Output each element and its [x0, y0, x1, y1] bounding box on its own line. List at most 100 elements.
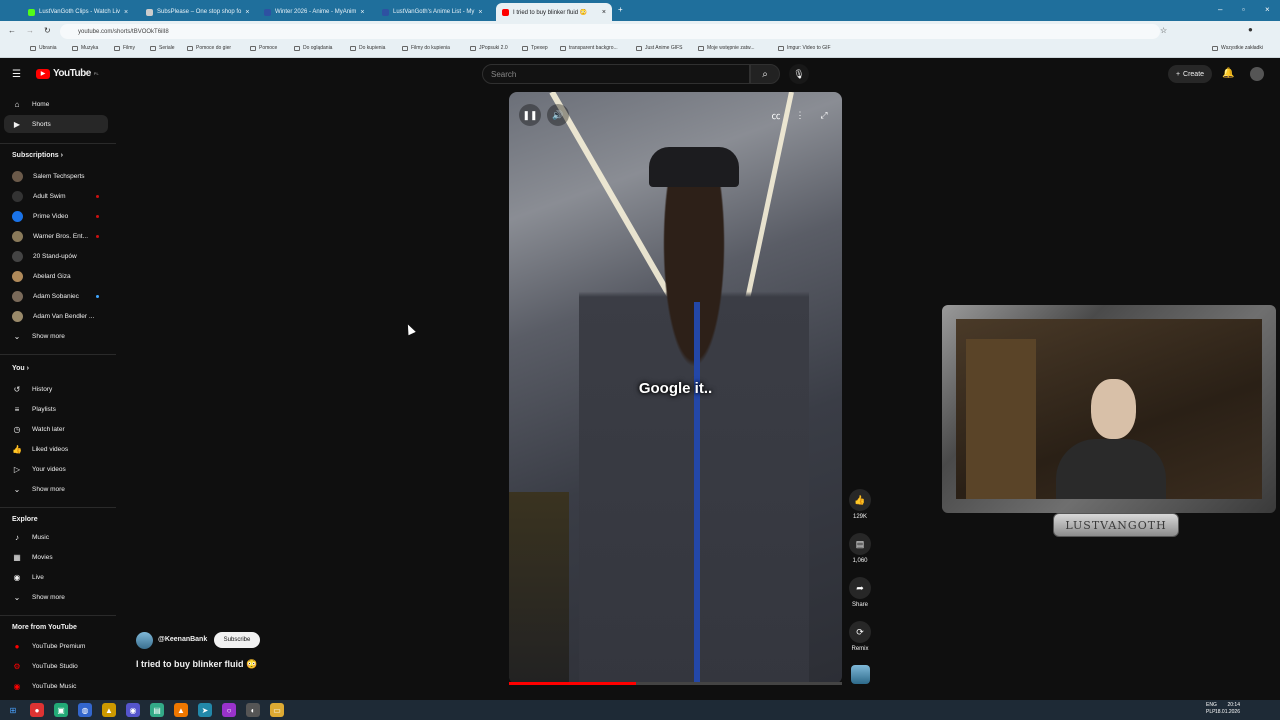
bookmark-link[interactable]: Moje wstępnie zatw...	[698, 45, 755, 51]
youtube-logo[interactable]: ▶ YouTube PL	[36, 68, 99, 79]
new-tab-icon[interactable]: +	[618, 5, 623, 14]
discord-taskbar-icon[interactable]: ◉	[126, 703, 140, 717]
sidebar-item-youtube-premium[interactable]: ● YouTube Premium	[4, 637, 108, 655]
notifications-bell-icon[interactable]: 🔔	[1222, 68, 1234, 79]
close-tab-icon[interactable]: ×	[245, 9, 249, 16]
file-explorer-icon[interactable]: ▭	[270, 703, 284, 717]
sidebar-item-your-videos[interactable]: ▷ Your videos	[4, 460, 108, 478]
app-taskbar-icon[interactable]: ▲	[102, 703, 116, 717]
create-button[interactable]: + Create	[1168, 65, 1212, 83]
vlc-taskbar-icon[interactable]: ▲	[174, 703, 188, 717]
browser-tab-active[interactable]: I tried to buy blinker fluid 😳 ×	[496, 3, 612, 21]
pause-icon[interactable]: ❚❚	[519, 104, 541, 126]
close-tab-icon[interactable]: ×	[360, 9, 364, 16]
sidebar-item-watch-later[interactable]: ◷ Watch later	[4, 420, 108, 438]
sidebar-item-subscription[interactable]: Salem Techsperts	[4, 167, 108, 185]
bookmark-link[interactable]: Just Anime GIFS	[636, 45, 683, 51]
browser-tab[interactable]: SubsPlease – One stop shop fo ×	[140, 3, 252, 21]
channel-name[interactable]: @KeenanBank	[158, 636, 207, 643]
taskbar-clock[interactable]: 20:14 18.01.2026	[1215, 702, 1240, 716]
you-header[interactable]: You ›	[12, 365, 29, 372]
bookmark-folder[interactable]: Do oglądania	[294, 45, 332, 51]
bookmark-folder[interactable]: Seriale	[150, 45, 175, 51]
search-button[interactable]: ⌕	[750, 64, 780, 84]
bookmark-folder[interactable]: Do kupienia	[350, 45, 385, 51]
app-taskbar-icon[interactable]: ○	[222, 703, 236, 717]
profile-icon[interactable]: ●	[1248, 25, 1253, 34]
account-avatar[interactable]	[1250, 67, 1264, 81]
bookmark-folder[interactable]: Ubrania	[30, 45, 57, 51]
bookmark-link[interactable]: Tpexep	[522, 45, 548, 51]
url-input[interactable]: youtube.com/shorts/tBVOOkT6ilI8	[60, 24, 1160, 39]
reload-icon[interactable]: ↻	[44, 26, 51, 35]
sidebar-item-history[interactable]: ↺ History	[4, 380, 108, 398]
sidebar-item-movies[interactable]: ▦ Movies	[4, 548, 108, 566]
sidebar-item-subscription[interactable]: Adult Swim	[4, 187, 108, 205]
remix-action[interactable]: ⟳ Remix	[848, 621, 872, 652]
bookmark-link[interactable]: Imgur: Video to GIF	[778, 45, 831, 51]
sidebar-item-live[interactable]: ◉ Live	[4, 568, 108, 586]
subscriptions-show-more[interactable]: ⌄ Show more	[4, 327, 108, 345]
windows-start-icon[interactable]: ⊞	[6, 703, 20, 717]
bookmark-link[interactable]: transparent backgro...	[560, 45, 618, 51]
minimize-icon[interactable]: –	[1218, 5, 1222, 14]
like-action[interactable]: 👍 129K	[848, 489, 872, 520]
close-window-icon[interactable]: ×	[1265, 5, 1270, 14]
video-title[interactable]: I tried to buy blinker fluid 😳	[136, 659, 257, 670]
browser-tab[interactable]: Winter 2026 - Anime - MyAnim ×	[258, 3, 370, 21]
video-progress-bar[interactable]	[509, 682, 842, 685]
voice-search-button[interactable]: 🎙	[789, 64, 809, 84]
chrome-taskbar-icon[interactable]: ●	[30, 703, 44, 717]
bookmark-folder[interactable]: Pomoce	[250, 45, 277, 51]
fullscreen-icon[interactable]: ⤢	[813, 104, 835, 126]
remix-icon[interactable]: ⟳	[849, 621, 871, 643]
sidebar-item-music[interactable]: ♪ Music	[4, 528, 108, 546]
sound-thumbnail[interactable]	[851, 665, 870, 684]
sidebar-item-youtube-studio[interactable]: ⚙ YouTube Studio	[4, 657, 108, 675]
browser-tab[interactable]: LustVanGoth's Anime List - My ×	[376, 3, 488, 21]
volume-icon[interactable]: 🔊	[547, 104, 569, 126]
comments-action[interactable]: ▤ 1,060	[848, 533, 872, 564]
close-tab-icon[interactable]: ×	[124, 9, 128, 16]
sidebar-item-subscription[interactable]: Adam Sobaniec	[4, 287, 108, 305]
more-options-icon[interactable]: ⋮	[789, 104, 811, 126]
maximize-icon[interactable]: ▫	[1242, 5, 1245, 14]
share-action[interactable]: ➦ Share	[848, 577, 872, 608]
sidebar-item-home[interactable]: ⌂ Home	[4, 95, 108, 113]
all-bookmarks[interactable]: Wszystkie zakładki	[1212, 45, 1263, 51]
explore-show-more[interactable]: ⌄ Show more	[4, 588, 108, 606]
sidebar-item-liked-videos[interactable]: 👍 Liked videos	[4, 440, 108, 458]
app-taskbar-icon[interactable]: ▤	[150, 703, 164, 717]
sidebar-item-subscription[interactable]: 20 Stand-upów	[4, 247, 108, 265]
share-icon[interactable]: ➦	[849, 577, 871, 599]
sidebar-item-shorts[interactable]: ▶ Shorts	[4, 115, 108, 133]
sidebar-item-playlists[interactable]: ≡ Playlists	[4, 400, 108, 418]
bookmark-folder[interactable]: Pomoce do gier	[187, 45, 231, 51]
subscribe-button[interactable]: Subscribe	[214, 632, 260, 648]
bookmark-folder[interactable]: Muzyka	[72, 45, 98, 51]
menu-icon[interactable]: ☰	[12, 69, 21, 80]
comment-icon[interactable]: ▤	[849, 533, 871, 555]
bookmark-star-icon[interactable]: ☆	[1160, 26, 1167, 35]
app-taskbar-icon[interactable]: ▣	[54, 703, 68, 717]
close-tab-icon[interactable]: ×	[478, 9, 482, 16]
subscriptions-header[interactable]: Subscriptions ›	[12, 152, 63, 159]
close-tab-icon[interactable]: ×	[602, 9, 606, 16]
sidebar-item-subscription[interactable]: Warner Bros. Ent...	[4, 227, 108, 245]
back-icon[interactable]: ←	[8, 26, 16, 35]
shorts-video-player[interactable]: Google it.. ❚❚ 🔊 ㏄ ⋮ ⤢	[509, 92, 842, 684]
browser-tab[interactable]: LustVanGoth Clips - Watch Liv ×	[22, 3, 134, 21]
search-input[interactable]: Search	[482, 64, 750, 84]
sidebar-item-subscription[interactable]: Prime Video	[4, 207, 108, 225]
sidebar-item-subscription[interactable]: Adam Van Bendler ...	[4, 307, 108, 325]
bookmark-folder[interactable]: Filmy do kupienia	[402, 45, 450, 51]
sidebar-item-subscription[interactable]: Abelard Giza	[4, 267, 108, 285]
you-show-more[interactable]: ⌄ Show more	[4, 480, 108, 498]
app-taskbar-icon[interactable]: ◐	[246, 703, 260, 717]
channel-avatar[interactable]	[136, 632, 153, 649]
captions-icon[interactable]: ㏄	[765, 104, 787, 126]
sidebar-item-youtube-music[interactable]: ◉ YouTube Music	[4, 677, 108, 695]
like-icon[interactable]: 👍	[849, 489, 871, 511]
bookmark-link[interactable]: JPopsuki 2.0	[470, 45, 508, 51]
bookmark-folder[interactable]: Filmy	[114, 45, 135, 51]
